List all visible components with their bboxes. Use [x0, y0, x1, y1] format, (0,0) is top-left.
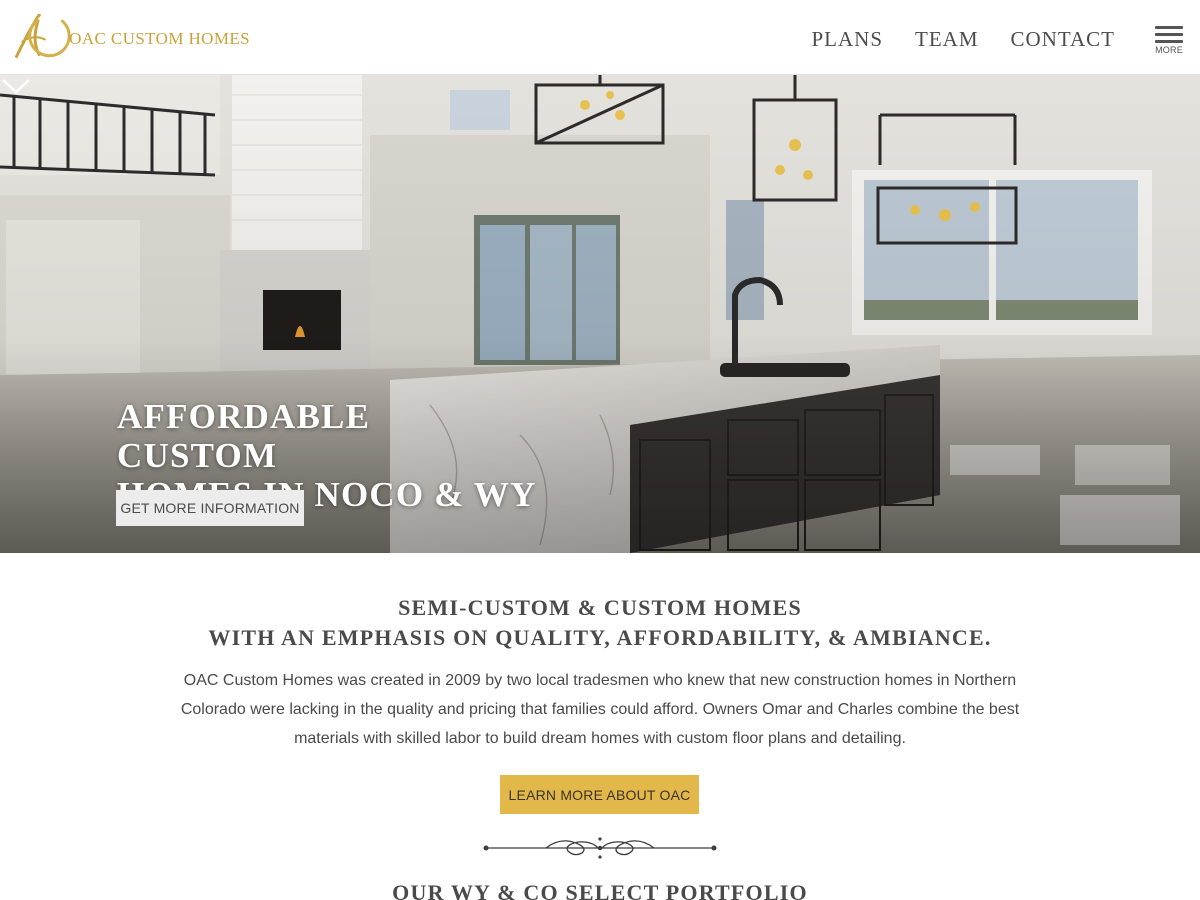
- ornamental-divider-icon: [483, 837, 717, 859]
- intro-paragraph: OAC Custom Homes was created in 2009 by …: [180, 672, 1020, 747]
- nav-item-contact[interactable]: CONTACT: [1011, 27, 1115, 52]
- oac-monogram-logo-icon: [14, 13, 71, 59]
- logo-text: OAC CUSTOM HOMES: [69, 29, 250, 48]
- intro-heading-line-1: SEMI-CUSTOM & CUSTOM HOMES: [398, 595, 802, 620]
- main-nav: PLANS TEAM CONTACT: [811, 27, 1115, 52]
- intro-heading-line-2: WITH AN EMPHASIS ON QUALITY, AFFORDABILI…: [208, 625, 992, 650]
- nav-item-plans[interactable]: PLANS: [811, 27, 883, 52]
- more-menu-button[interactable]: MORE: [1154, 26, 1184, 56]
- more-menu-label: MORE: [1155, 45, 1183, 55]
- logo-link[interactable]: OAC CUSTOM HOMES: [10, 6, 250, 68]
- get-more-information-button[interactable]: GET MORE INFORMATION: [116, 490, 304, 526]
- learn-more-about-oac-button[interactable]: LEARN MORE ABOUT OAC: [500, 775, 699, 814]
- nav-item-team[interactable]: TEAM: [915, 27, 979, 52]
- intro-heading: SEMI-CUSTOM & CUSTOM HOMES WITH AN EMPHA…: [0, 593, 1200, 653]
- hamburger-icon: [1155, 26, 1183, 47]
- hero-banner: AFFORDABLE CUSTOM HOMES IN NOCO & WY GET…: [0, 75, 1200, 553]
- chevron-down-icon[interactable]: [0, 75, 32, 97]
- site-header: OAC CUSTOM HOMES PLANS TEAM CONTACT MORE: [0, 0, 1200, 75]
- portfolio-heading: OUR WY & CO SELECT PORTFOLIO: [392, 880, 808, 900]
- hero-title-line-1: AFFORDABLE CUSTOM: [117, 397, 371, 475]
